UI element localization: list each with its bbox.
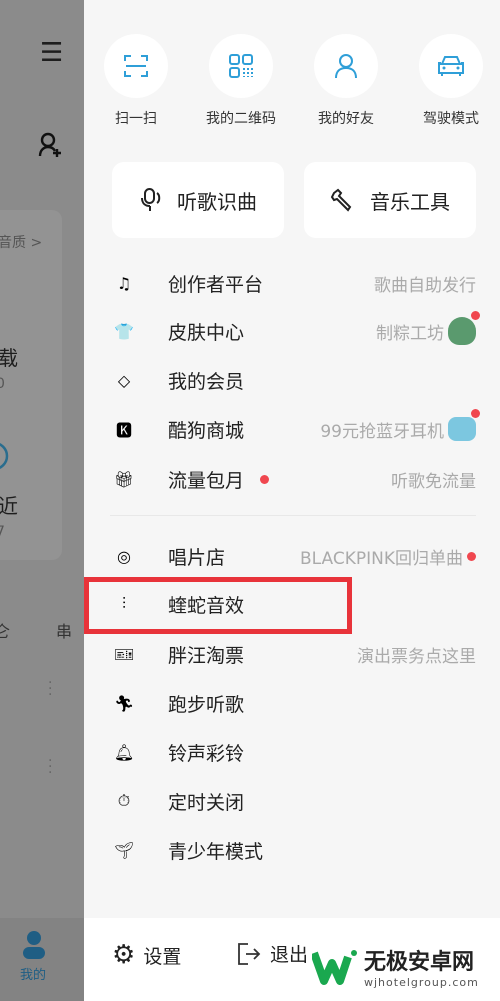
- shop-bag-icon: 🅺: [115, 421, 132, 440]
- menu-tickets[interactable]: 🎫︎ 胖汪淘票 演出票务点这里: [84, 632, 500, 676]
- menu-hint: 99元抢蓝牙耳机: [320, 421, 444, 442]
- music-tools-button[interactable]: 音乐工具: [304, 162, 476, 238]
- menu-label: 皮肤中心: [168, 321, 245, 344]
- menu-creator-platform[interactable]: ♫ 创作者平台 歌曲自助发行: [84, 261, 500, 305]
- watermark-logo: [312, 949, 357, 985]
- settings-button[interactable]: ⚙︎ 设置: [112, 940, 181, 970]
- menu-label: 跑步听歌: [168, 693, 245, 716]
- menu-label: 我的会员: [168, 370, 245, 393]
- quick-label: 我的好友: [318, 111, 374, 127]
- more-icon[interactable]: · · ·: [48, 754, 52, 780]
- bell-icon: 🔔︎: [113, 742, 135, 762]
- disc-icon: ◎: [117, 546, 131, 566]
- menu-label: 创作者平台: [168, 273, 264, 296]
- menu-label: 铃声彩铃: [168, 742, 245, 765]
- quick-label: 扫一扫: [115, 111, 157, 127]
- settings-label: 设置: [143, 945, 182, 968]
- quick-label: 我的二维码: [206, 111, 276, 127]
- menu-hint: 制粽工坊: [376, 323, 444, 344]
- creator-icon: ♫: [116, 273, 132, 293]
- menu-label: 胖汪淘票: [168, 644, 245, 667]
- logout-icon: [238, 942, 261, 965]
- recent-label[interactable]: 近: [0, 490, 18, 519]
- quick-friends[interactable]: 我的好友: [314, 34, 378, 127]
- menu-record-store[interactable]: ◎ 唱片店 BLACKPINK回归单曲: [84, 534, 500, 578]
- nav-me-label: 我的: [20, 968, 47, 983]
- nav-me[interactable]: 我的: [0, 918, 84, 1001]
- song-recognition-button[interactable]: 听歌识曲: [112, 162, 284, 238]
- zongzi-image: [448, 311, 480, 345]
- wrench-icon: [330, 188, 352, 212]
- menu-label: 唱片店: [168, 546, 226, 569]
- quick-qrcode[interactable]: 我的二维码: [206, 34, 276, 127]
- gift-icon: 🎁︎: [113, 469, 135, 489]
- earphone-image: [448, 409, 480, 441]
- qrcode-icon: [229, 54, 253, 78]
- download-count: 0: [0, 376, 5, 392]
- add-user-icon[interactable]: [38, 132, 64, 158]
- more-icon[interactable]: · · ·: [48, 676, 52, 702]
- menu-vip[interactable]: ◇ 我的会员: [84, 358, 500, 402]
- sprout-icon: 🌱︎: [113, 840, 135, 860]
- menu-label: 流量包月: [168, 469, 245, 492]
- menu-hint: 演出票务点这里: [357, 646, 476, 667]
- menu-skin-center[interactable]: 👕 皮肤中心 制粽工坊: [84, 309, 500, 353]
- quick-drive[interactable]: 驾驶模式: [419, 34, 483, 127]
- watermark: 无极安卓网 wjhotelgroup.com: [312, 944, 479, 989]
- friend-icon: [335, 54, 357, 79]
- menu-label: 酷狗商城: [168, 419, 245, 442]
- tab-partial[interactable]: 仑: [0, 618, 10, 642]
- menu-teen-mode[interactable]: 🌱︎ 青少年模式: [84, 828, 500, 872]
- side-drawer: 扫一扫 我的二维码 我的好友 驾驶模式 听歌识曲 音乐工具 ♫ 创作者平台 歌曲自助…: [84, 0, 500, 1001]
- menu-hint: 听歌免流量: [391, 471, 476, 492]
- menu-ringtone[interactable]: 🔔︎ 铃声彩铃: [84, 730, 500, 774]
- running-icon: 🏃︎: [113, 693, 135, 713]
- shirt-icon: 👕: [114, 321, 134, 341]
- quick-scan[interactable]: 扫一扫: [104, 34, 168, 127]
- gear-icon: ⚙︎: [112, 940, 136, 970]
- menu-timer[interactable]: ⏱︎ 定时关闭: [84, 779, 500, 823]
- new-dot: [260, 474, 269, 484]
- menu-hint: 歌曲自助发行: [374, 275, 476, 296]
- menu-running[interactable]: 🏃︎ 跑步听歌: [84, 681, 500, 725]
- background-page: ☰ 音质 > 载 0 近 7 仑 串 · · · · · · 我的: [0, 0, 84, 1001]
- scan-icon: [124, 55, 148, 77]
- diamond-icon: ◇: [117, 370, 131, 390]
- menu-data-plan[interactable]: 🎁︎ 流量包月 听歌免流量: [84, 457, 500, 501]
- car-icon: [438, 56, 464, 76]
- user-icon: [23, 931, 45, 959]
- mic-icon: [141, 188, 161, 211]
- tab-partial[interactable]: 串: [56, 618, 72, 642]
- highlight-box: [84, 577, 352, 634]
- menu-label: 定时关闭: [168, 791, 245, 814]
- ticket-icon: 🎫︎: [113, 644, 135, 664]
- download-label[interactable]: 载: [0, 342, 18, 371]
- big-button-label: 音乐工具: [370, 189, 450, 214]
- quick-label: 驾驶模式: [423, 111, 479, 127]
- recent-icon: [0, 443, 9, 469]
- quality-link[interactable]: 音质 >: [0, 232, 42, 252]
- menu-label: 青少年模式: [168, 840, 264, 863]
- menu-hint: BLACKPINK回归单曲: [299, 548, 463, 569]
- divider: [110, 515, 476, 516]
- menu-icon[interactable]: ☰: [40, 38, 63, 68]
- timer-icon: ⏱︎: [117, 791, 131, 810]
- menu-mall[interactable]: 🅺 酷狗商城 99元抢蓝牙耳机: [84, 407, 500, 451]
- logout-label: 退出: [270, 944, 309, 966]
- big-button-label: 听歌识曲: [177, 189, 257, 214]
- recent-count: 7: [0, 524, 5, 540]
- logout-button[interactable]: 退出: [236, 940, 308, 967]
